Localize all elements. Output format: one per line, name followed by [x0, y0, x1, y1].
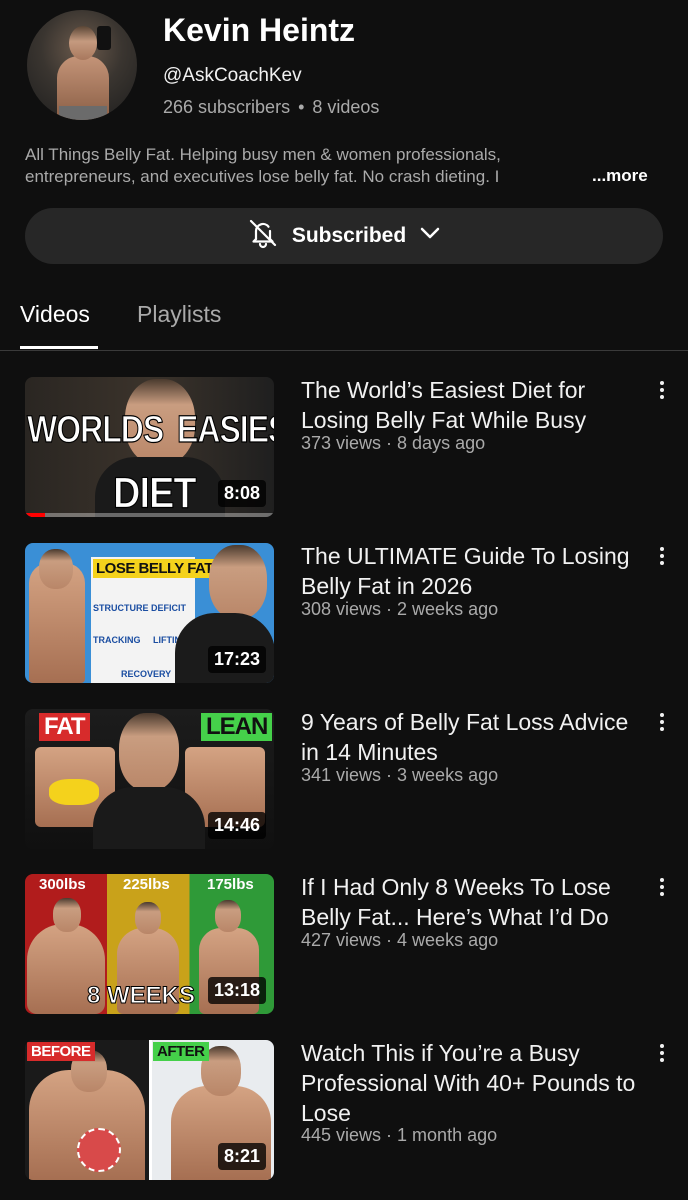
- video-meta: 308 views · 2 weeks ago: [301, 599, 499, 619]
- thumb-banner: LOSE BELLY FAT: [93, 559, 216, 578]
- thumb-text-left: BEFORE: [27, 1042, 95, 1061]
- thumb-text-right: LEAN: [201, 713, 273, 741]
- thumb-label-recovery: RECOVERY: [121, 669, 172, 679]
- chevron-down-icon: [418, 221, 442, 251]
- thumb-weight-1: 300lbs: [39, 876, 86, 893]
- channel-description[interactable]: All Things Belly Fat. Helping busy men &…: [25, 144, 665, 188]
- video-title[interactable]: The World’s Easiest Diet for Losing Bell…: [301, 375, 643, 435]
- video-thumbnail[interactable]: 300lbs 225lbs 175lbs 8 WEEKS 13:18: [25, 874, 274, 1014]
- video-item[interactable]: LOSE BELLY FAT STRUCTURE DEFICIT TRACKIN…: [0, 543, 688, 683]
- subscribed-button[interactable]: Subscribed: [25, 208, 663, 264]
- video-duration: 13:18: [207, 977, 266, 1004]
- description-line-1: All Things Belly Fat. Helping busy men &…: [25, 145, 501, 164]
- watch-progress-bar: [25, 513, 274, 517]
- description-line-2: entrepreneurs, and executives lose belly…: [25, 167, 500, 186]
- channel-tabs: Videos Playlists: [0, 290, 688, 351]
- more-vert-icon[interactable]: [654, 379, 670, 405]
- channel-avatar[interactable]: [27, 10, 137, 120]
- subscribed-label: Subscribed: [291, 224, 407, 247]
- video-title[interactable]: The ULTIMATE Guide To Losing Belly Fat i…: [301, 541, 643, 601]
- video-title[interactable]: 9 Years of Belly Fat Loss Advice in 14 M…: [301, 707, 643, 767]
- video-item[interactable]: FAT LEAN 14:46 9 Years of Belly Fat Loss…: [0, 709, 688, 849]
- thumb-weight-2: 225lbs: [123, 876, 170, 893]
- video-thumbnail[interactable]: LOSE BELLY FAT STRUCTURE DEFICIT TRACKIN…: [25, 543, 274, 683]
- thumb-text-bottom: DIET: [113, 469, 198, 517]
- more-link[interactable]: ...more: [592, 166, 648, 186]
- channel-name: Kevin Heintz: [163, 12, 356, 48]
- video-item[interactable]: 300lbs 225lbs 175lbs 8 WEEKS 13:18 If I …: [0, 874, 688, 1014]
- more-vert-icon[interactable]: [654, 711, 670, 737]
- thumb-text-bottom: 8 WEEKS: [86, 982, 196, 1010]
- thumb-text-left: WORLDS: [26, 407, 164, 451]
- video-meta: 373 views · 8 days ago: [301, 433, 486, 453]
- thumb-text-right: EASIEST: [177, 407, 274, 451]
- more-vert-icon[interactable]: [654, 876, 670, 902]
- thumb-weight-3: 175lbs: [207, 876, 254, 893]
- thumb-label-deficit: DEFICIT: [151, 603, 186, 613]
- tab-videos[interactable]: Videos: [20, 301, 90, 328]
- active-tab-indicator: [20, 346, 98, 349]
- video-item[interactable]: BEFORE AFTER 8:21 Watch This if You’re a…: [0, 1040, 688, 1180]
- more-vert-icon[interactable]: [654, 1042, 670, 1068]
- video-duration: 14:46: [207, 812, 266, 839]
- thumb-text-right: AFTER: [153, 1042, 209, 1061]
- channel-meta: 266 subscribers • 8 videos: [163, 97, 379, 118]
- bell-off-icon: [246, 216, 280, 256]
- video-thumbnail[interactable]: WORLDS EASIEST DIET 8:08: [25, 377, 274, 517]
- video-meta: 341 views · 3 weeks ago: [301, 765, 499, 785]
- channel-handle: @AskCoachKev: [163, 65, 302, 86]
- video-meta: 445 views · 1 month ago: [301, 1125, 498, 1145]
- video-count: 8 videos: [312, 97, 380, 117]
- meta-separator: •: [298, 97, 305, 117]
- video-duration: 17:23: [207, 646, 266, 673]
- video-duration: 8:21: [217, 1143, 266, 1170]
- more-vert-icon[interactable]: [654, 545, 670, 571]
- video-duration: 8:08: [217, 480, 266, 507]
- video-thumbnail[interactable]: FAT LEAN 14:46: [25, 709, 274, 849]
- video-title[interactable]: If I Had Only 8 Weeks To Lose Belly Fat.…: [301, 872, 643, 932]
- tab-playlists[interactable]: Playlists: [137, 301, 221, 328]
- video-title[interactable]: Watch This if You’re a Busy Professional…: [301, 1038, 643, 1128]
- thumb-label-structure: STRUCTURE: [93, 603, 149, 613]
- subscriber-count: 266 subscribers: [163, 97, 291, 117]
- video-thumbnail[interactable]: BEFORE AFTER 8:21: [25, 1040, 274, 1180]
- video-meta: 427 views · 4 weeks ago: [301, 930, 499, 950]
- thumb-text-left: FAT: [39, 713, 90, 741]
- video-item[interactable]: WORLDS EASIEST DIET 8:08 The World’s Eas…: [0, 377, 688, 517]
- thumb-label-tracking: TRACKING: [93, 635, 141, 645]
